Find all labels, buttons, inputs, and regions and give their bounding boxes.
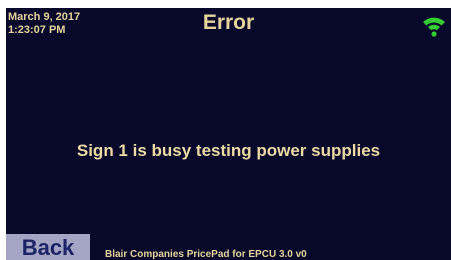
back-button[interactable]: Back (6, 234, 90, 260)
page-title: Error (202, 11, 255, 34)
wifi-icon (423, 17, 445, 37)
error-screen: March 9, 2017 1:23:07 PM Error Sign 1 is… (6, 8, 451, 260)
status-message: Sign 1 is busy testing power supplies (76, 141, 381, 160)
app-name-label: Blair Companies PricePad for EPCU 3.0 v0 (105, 249, 307, 260)
